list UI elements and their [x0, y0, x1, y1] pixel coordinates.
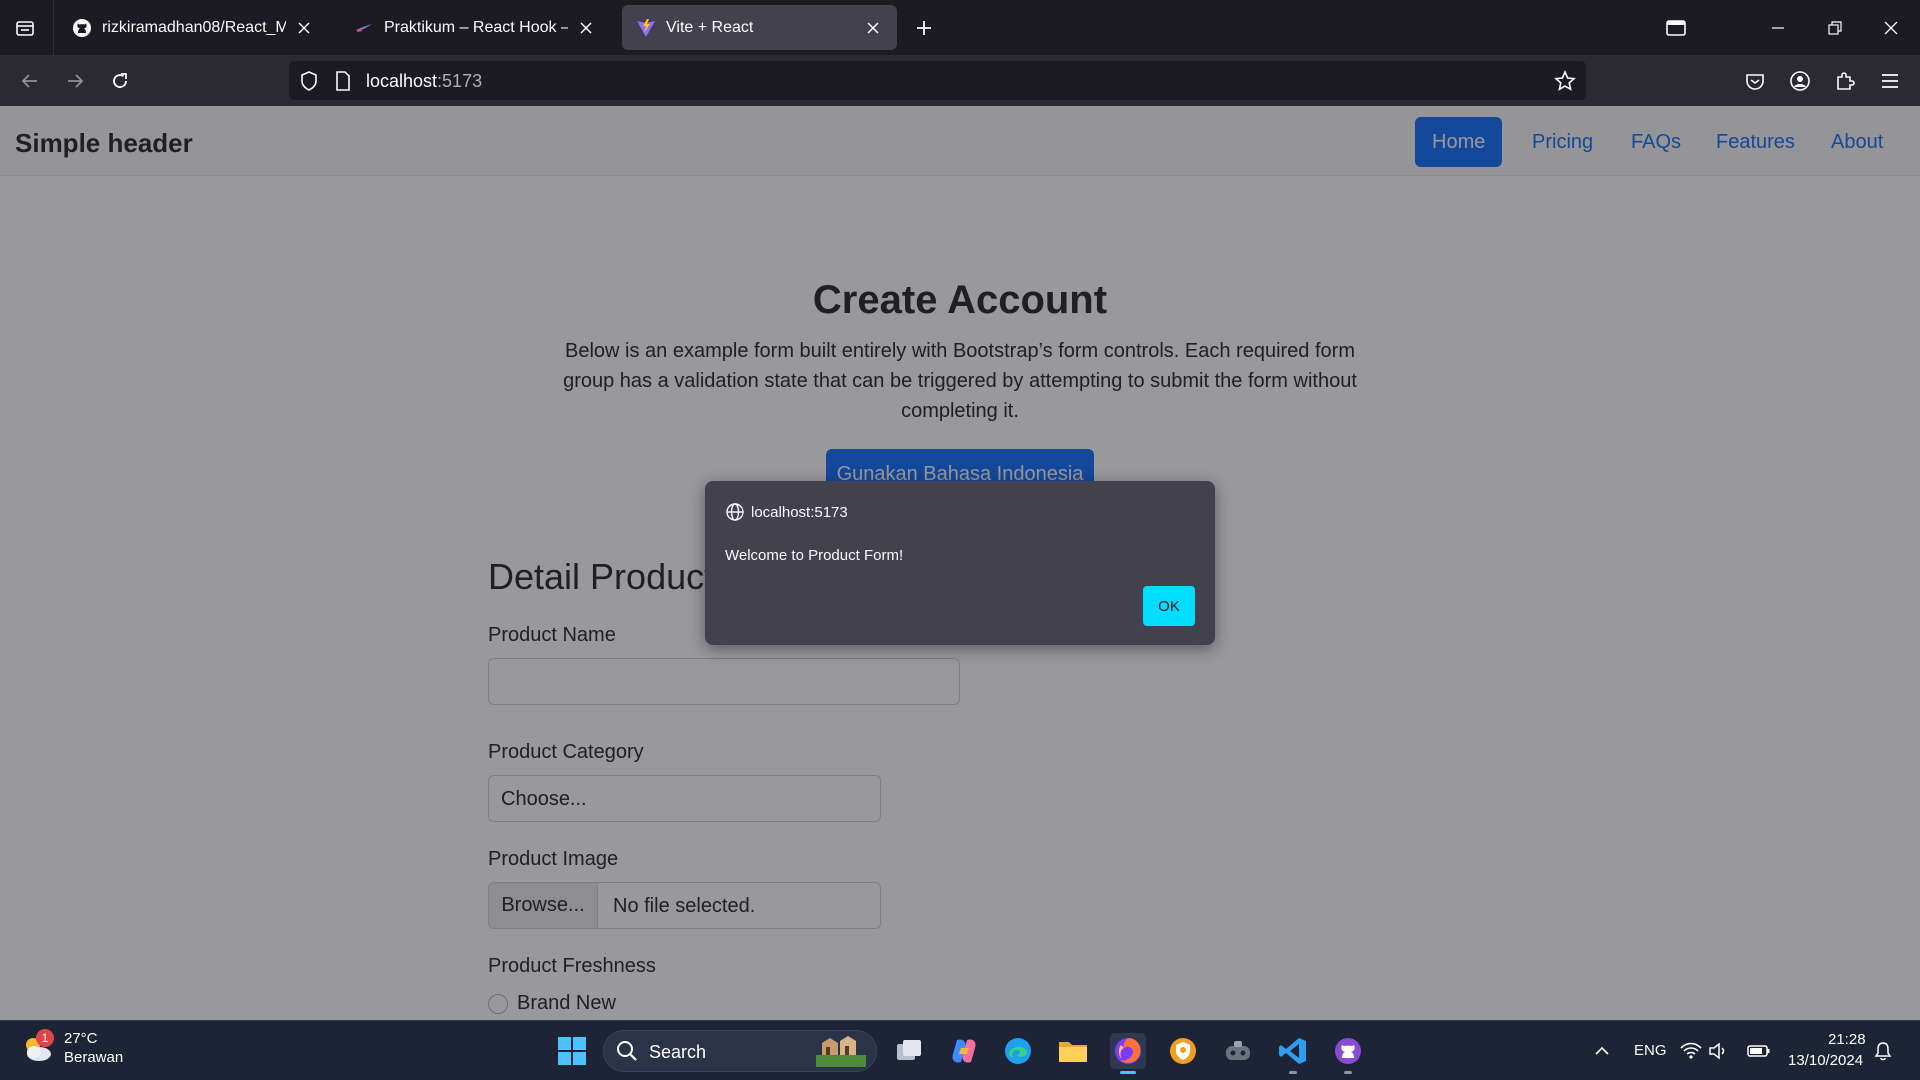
chevron-up-icon[interactable]: [1584, 1033, 1620, 1069]
file-explorer-icon[interactable]: [1055, 1033, 1091, 1069]
vscode-icon[interactable]: [1275, 1033, 1311, 1069]
extensions-icon[interactable]: [1829, 65, 1861, 97]
clock-date[interactable]: 13/10/2024: [1788, 1052, 1863, 1069]
vite-logo-icon: [636, 18, 656, 38]
close-icon[interactable]: [576, 18, 596, 38]
input-language[interactable]: ENG: [1634, 1042, 1667, 1059]
search-label: Search: [649, 1042, 707, 1062]
restore-icon[interactable]: [1819, 12, 1851, 44]
bookmark-star-icon[interactable]: [1553, 69, 1577, 93]
site-favicon-icon: [354, 18, 374, 38]
cloudy-weather-icon: 1: [20, 1029, 54, 1065]
close-icon[interactable]: [863, 18, 883, 38]
account-icon[interactable]: [1784, 65, 1816, 97]
copilot-icon[interactable]: [946, 1033, 982, 1069]
pocket-icon[interactable]: [1739, 65, 1771, 97]
page-icon[interactable]: [331, 69, 355, 93]
tab-list-icon[interactable]: [11, 14, 39, 42]
firefox-icon[interactable]: [1110, 1033, 1146, 1069]
minimize-icon[interactable]: [1762, 12, 1794, 44]
notification-bell-icon[interactable]: [1868, 1033, 1898, 1069]
tab-title: Praktikum – React Hook – ONE: [384, 18, 568, 36]
address-bar[interactable]: localhost:5173: [289, 61, 1586, 100]
dialog-ok-button[interactable]: OK: [1143, 586, 1195, 626]
dialog-origin-text: localhost:5173: [751, 503, 848, 521]
windows-start-icon[interactable]: [554, 1033, 590, 1069]
wifi-icon[interactable]: [1678, 1033, 1704, 1069]
back-arrow-icon[interactable]: [14, 65, 46, 97]
tab-overview-icon[interactable]: [1660, 12, 1692, 44]
url-port: :5173: [437, 71, 483, 91]
taskbar-search-box[interactable]: Search: [603, 1030, 877, 1072]
game-controller-icon[interactable]: [1220, 1033, 1256, 1069]
url-host: localhost: [366, 71, 438, 91]
task-view-icon[interactable]: [891, 1033, 927, 1069]
brave-vpn-icon[interactable]: [1165, 1033, 1201, 1069]
github-desktop-icon[interactable]: [1330, 1033, 1366, 1069]
weather-temperature: 27°C: [64, 1030, 98, 1047]
window-close-icon[interactable]: [1875, 12, 1907, 44]
shield-icon[interactable]: [297, 69, 321, 93]
tab-vite-react[interactable]: Vite + React: [622, 5, 897, 50]
weather-badge: 1: [36, 1029, 54, 1047]
dialog-message: Welcome to Product Form!: [725, 547, 904, 564]
dialog-origin: localhost:5173: [725, 502, 848, 522]
github-icon: [72, 18, 92, 38]
github-desktop-indicator: [1344, 1071, 1352, 1074]
edge-browser-icon[interactable]: [1000, 1033, 1036, 1069]
search-highlight-icon: [812, 1033, 870, 1071]
vscode-indicator: [1289, 1071, 1297, 1074]
browser-nav-bar: localhost:5173: [0, 55, 1920, 106]
firefox-active-indicator: [1120, 1071, 1136, 1074]
tab-title: Vite + React: [666, 18, 754, 36]
weather-widget[interactable]: 1 27°C Berawan: [20, 1029, 123, 1067]
clock-time[interactable]: 21:28: [1828, 1031, 1866, 1048]
search-icon: [616, 1040, 638, 1067]
close-icon[interactable]: [294, 18, 314, 38]
tab-separator: [53, 0, 54, 55]
menu-hamburger-icon[interactable]: [1874, 65, 1906, 97]
volume-icon[interactable]: [1706, 1033, 1732, 1069]
reload-icon[interactable]: [104, 65, 136, 97]
windows-taskbar: 1 27°C Berawan Search ENG 21:28 13/10/20…: [0, 1020, 1920, 1080]
browser-tab-bar: rizkiramadhan08/React_Muham Praktikum – …: [0, 0, 1920, 55]
new-tab-plus-icon[interactable]: [910, 14, 938, 42]
battery-icon[interactable]: [1744, 1033, 1774, 1069]
globe-icon: [725, 502, 745, 522]
tab-praktikum[interactable]: Praktikum – React Hook – ONE: [340, 5, 610, 50]
url-text[interactable]: localhost:5173: [366, 71, 482, 92]
tab-github[interactable]: rizkiramadhan08/React_Muham: [58, 5, 328, 50]
tab-title: rizkiramadhan08/React_Muham: [102, 18, 286, 36]
alert-dialog: localhost:5173 Welcome to Product Form! …: [705, 481, 1215, 645]
weather-condition: Berawan: [64, 1049, 124, 1066]
forward-arrow-icon[interactable]: [59, 65, 91, 97]
